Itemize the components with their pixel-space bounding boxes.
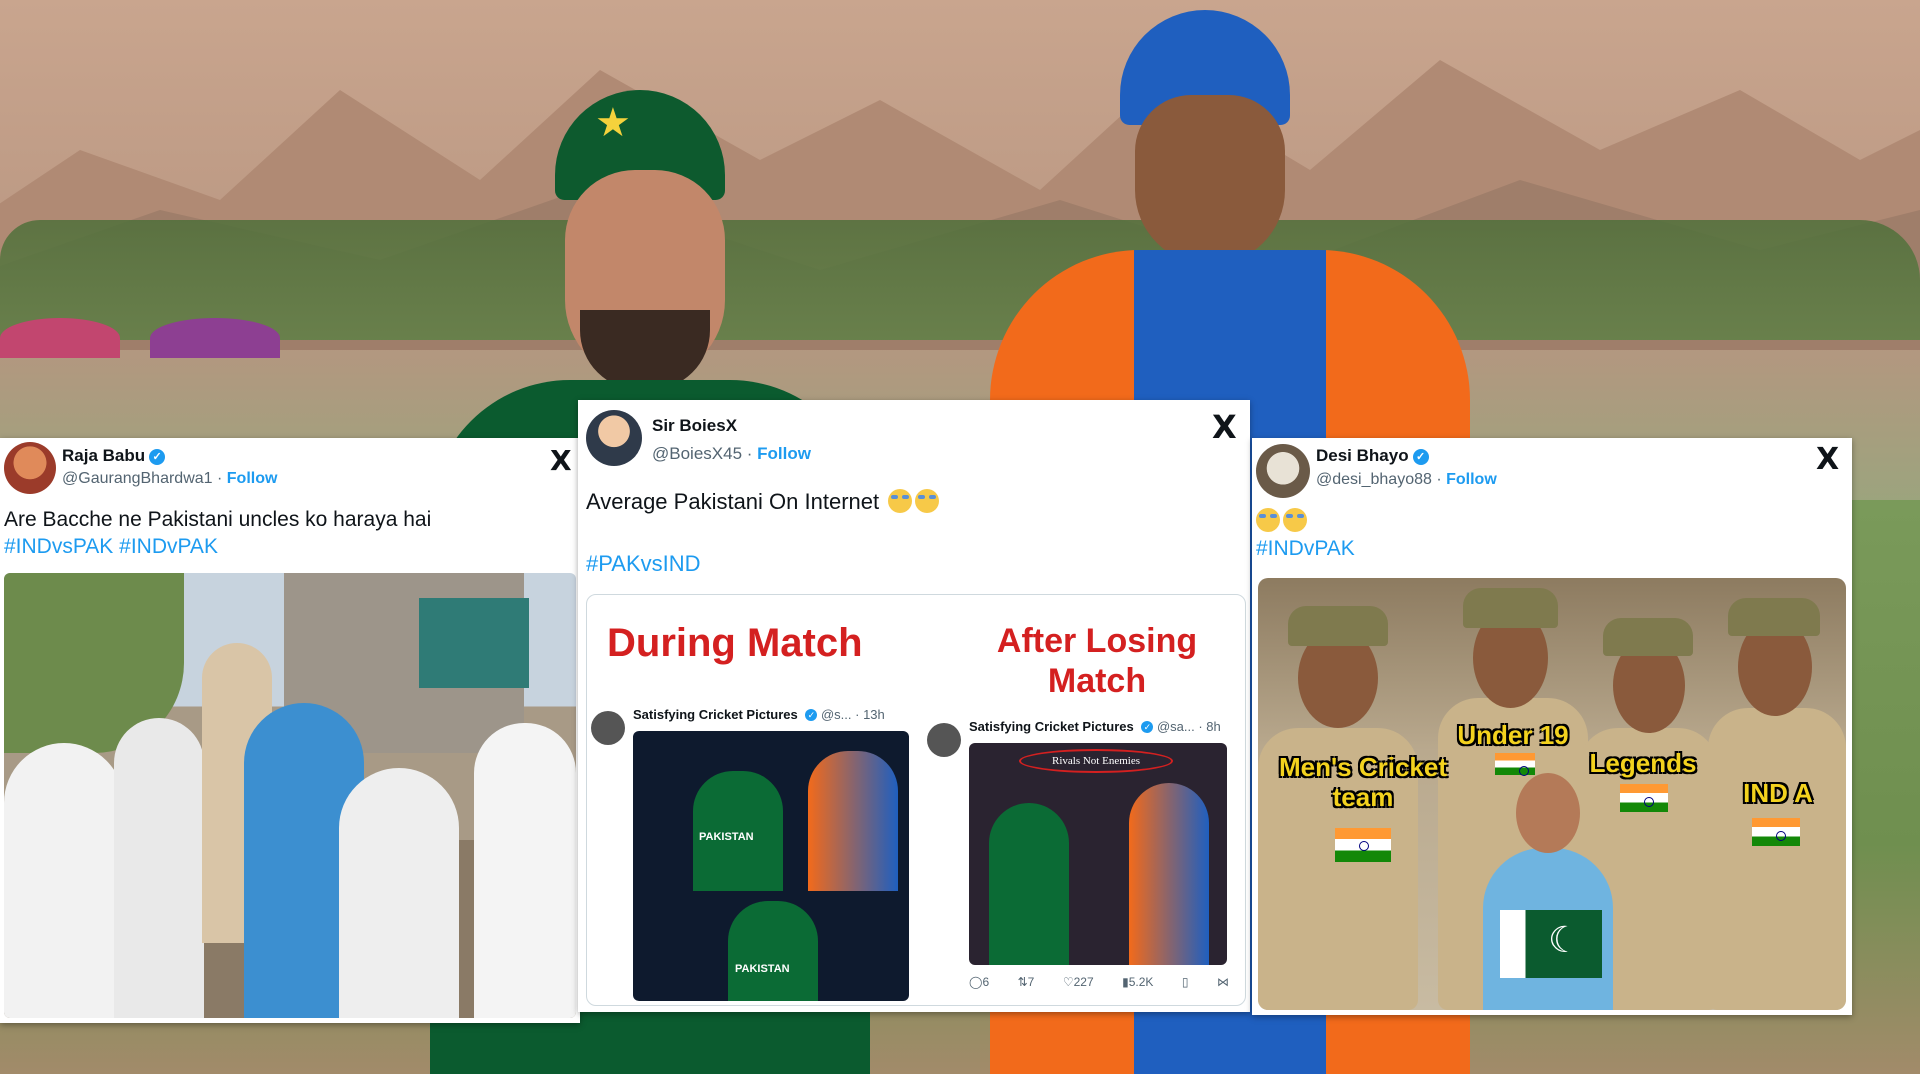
inner-author-handle: @s... · 13h (820, 707, 885, 722)
umbrella (150, 318, 280, 358)
inner-author-name: Satisfying Cricket Pictures (633, 707, 798, 722)
retweet-icon[interactable]: ⇅7 (1018, 975, 1035, 989)
tweet-meme-image[interactable]: During Match After Losing Match Satisfyi… (586, 594, 1246, 1006)
author-name[interactable]: Sir BoiesX (652, 416, 737, 436)
laughing-face-emoji-icon (1283, 508, 1307, 532)
meme-title-left: During Match (607, 621, 863, 665)
follow-button[interactable]: Follow (757, 444, 811, 463)
jersey-text: PAKISTAN (735, 963, 790, 975)
india-flag (1752, 818, 1800, 846)
pakistan-flag: ☾ (1500, 910, 1602, 978)
verified-badge-icon: ✓ (149, 449, 166, 465)
verified-badge-icon: ✓ (1412, 449, 1429, 465)
india-flag (1620, 784, 1668, 812)
label-ind-a: IND A (1743, 778, 1813, 808)
meme-title-right-line1: After Losing (996, 622, 1198, 660)
avatar[interactable] (586, 410, 642, 466)
verified-badge-icon: ✓ (1141, 721, 1154, 733)
inner-avatar (591, 711, 625, 745)
follow-button[interactable]: Follow (227, 470, 278, 487)
tweet-text: Average Pakistani On Internet (586, 489, 880, 514)
inner-avatar (927, 723, 961, 757)
meme-title-right-line2: Match (1047, 662, 1147, 700)
crescent-star-icon: ☾ (1548, 919, 1581, 960)
label-legends: Legends (1589, 748, 1697, 778)
laughing-face-emoji-icon (1256, 508, 1280, 532)
umbrella (0, 318, 120, 358)
india-flag (1335, 828, 1391, 862)
tweet-hashtags[interactable]: #PAKvsIND (586, 550, 701, 577)
tweet-hashtags[interactable]: #INDvsPAK #INDvPAK (4, 533, 431, 560)
inner-photo-right: Rivals Not Enemies (969, 743, 1227, 965)
rivals-caption: Rivals Not Enemies (1019, 749, 1173, 773)
tweet-hashtags[interactable]: #INDvPAK (1256, 535, 1355, 562)
inner-author-name: Satisfying Cricket Pictures (969, 719, 1134, 734)
person (474, 723, 576, 1018)
inner-author-handle: @sa... · 8h (1156, 719, 1221, 734)
views-icon[interactable]: ▮5.2K (1122, 975, 1153, 989)
tweet-card-raja-babu[interactable]: Raja Babu ✓ @GaurangBhardwa1 · Follow X A… (0, 438, 580, 1023)
author-handle[interactable]: @BoiesX45 · (652, 444, 757, 463)
author-handle[interactable]: @GaurangBhardwa1 · (62, 470, 227, 487)
tweet-card-sir-boiesx[interactable]: Sir BoiesX @BoiesX45 · Follow X Average … (578, 400, 1250, 1012)
tweet-card-desi-bhayo[interactable]: Desi Bhayo ✓ @desi_bhayo88 · Follow X #IN… (1252, 438, 1852, 1015)
police-cap (1288, 606, 1388, 646)
bookmark-icon[interactable]: ▯ (1182, 975, 1189, 989)
police-cap (1463, 588, 1558, 628)
author-name[interactable]: Raja Babu (62, 446, 145, 465)
share-icon[interactable]: ⋈ (1217, 975, 1229, 989)
avatar[interactable] (1256, 444, 1310, 498)
star-icon: ★ (595, 101, 631, 145)
tweet-photo[interactable] (4, 573, 576, 1018)
reply-icon[interactable]: ◯6 (969, 975, 989, 989)
police-cap (1603, 618, 1693, 656)
police-figure (1708, 708, 1846, 1010)
x-logo-icon[interactable]: X (550, 444, 572, 477)
x-logo-icon[interactable]: X (1212, 408, 1237, 446)
inner-photo-left: PAKISTAN PAKISTAN (633, 731, 909, 1001)
laughing-face-emoji-icon (915, 489, 940, 513)
india-flag (1495, 753, 1535, 776)
center-person-head (1516, 773, 1580, 853)
follow-button[interactable]: Follow (1446, 471, 1497, 488)
label-under-19: Under 19 (1457, 720, 1569, 750)
label-mens-team-line1: Men's Cricket (1278, 752, 1448, 782)
person (4, 743, 124, 1018)
author-name[interactable]: Desi Bhayo (1316, 446, 1409, 465)
person (339, 768, 459, 1018)
person (114, 718, 204, 1018)
label-mens-team-line2: team (1332, 782, 1394, 812)
verified-badge-icon: ✓ (805, 709, 818, 721)
tweet-text: Are Bacche ne Pakistani uncles ko haraya… (4, 508, 432, 531)
crying-face-emoji-icon (888, 489, 913, 513)
avatar[interactable] (4, 442, 56, 494)
like-icon[interactable]: ♡227 (1063, 975, 1094, 989)
author-handle[interactable]: @desi_bhayo88 · (1316, 471, 1446, 488)
tweet-meme-image[interactable]: ☾ Men's Cricket team Under 19 Legends IN… (1258, 578, 1846, 1010)
police-cap (1728, 598, 1820, 636)
x-logo-icon[interactable]: X (1816, 442, 1839, 477)
jersey-text: PAKISTAN (699, 831, 754, 843)
